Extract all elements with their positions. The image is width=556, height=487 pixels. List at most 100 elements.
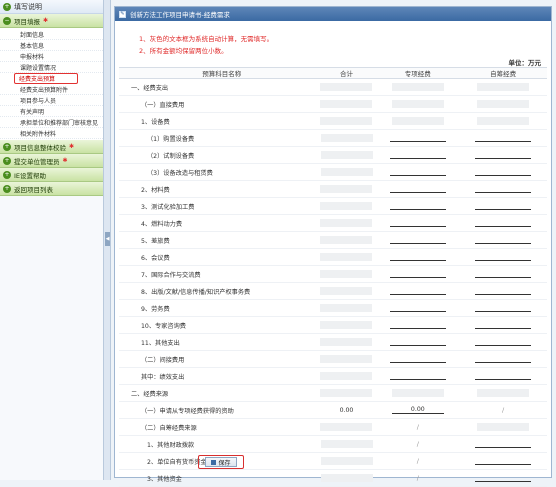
amount-input[interactable] <box>389 372 446 380</box>
collapse-arrow-icon[interactable]: ◀ <box>105 232 110 246</box>
document-icon: ✎ <box>119 10 126 18</box>
cell <box>376 338 459 346</box>
sidebar-item-label: 填写说明 <box>14 2 42 11</box>
cell <box>317 372 377 380</box>
amount-input[interactable] <box>389 151 446 159</box>
cell <box>376 168 459 176</box>
required-star-icon: ✱ <box>43 17 49 24</box>
amount-input[interactable] <box>475 202 532 210</box>
cell <box>376 185 459 193</box>
cell <box>459 100 547 108</box>
amount-input[interactable] <box>475 321 532 329</box>
panel-title: 创新方法工作项目申请书-经费需求 <box>130 11 230 19</box>
sidebar-item[interactable]: 承担单位和推荐部门审核意见 <box>0 117 103 128</box>
amount-input[interactable] <box>475 270 532 278</box>
table-row: 3、测试化验加工费 <box>119 198 547 215</box>
row-label: 3、测试化验加工费 <box>141 203 195 211</box>
amount-input[interactable] <box>475 372 532 380</box>
row-label: （2）试制设备费 <box>147 152 195 160</box>
sidebar-item[interactable]: 项目参与人员 <box>0 95 103 106</box>
cell <box>459 389 547 397</box>
cell <box>459 202 547 210</box>
sidebar-group-project-fill[interactable]: − 项目填报 ✱ <box>0 14 103 28</box>
row-label: 2、材料费 <box>141 186 170 194</box>
amount-input[interactable] <box>475 440 532 448</box>
amount-input[interactable] <box>475 287 532 295</box>
readonly-field <box>320 168 373 176</box>
sidebar-group-back[interactable]: + 返回项目列表 <box>0 182 103 196</box>
amount-value[interactable]: 0.00 <box>391 406 444 414</box>
readonly-field <box>320 83 373 91</box>
sidebar-item[interactable]: 申报材料 <box>0 51 103 62</box>
amount-input[interactable] <box>389 219 446 227</box>
sidebar-group-label: 项目填报 <box>14 17 40 26</box>
amount-input[interactable] <box>475 151 532 159</box>
amount-input[interactable] <box>475 457 532 465</box>
amount-input[interactable] <box>389 304 446 312</box>
amount-input[interactable] <box>475 219 532 227</box>
amount-input[interactable] <box>475 236 532 244</box>
sidebar-group-validation[interactable]: + 项目信息整体校验 ✱ <box>0 140 103 154</box>
cell <box>376 253 459 261</box>
amount-input[interactable] <box>389 185 446 193</box>
table-row: 其中：绩效支出 <box>119 368 547 385</box>
row-label: （二）间接费用 <box>141 356 185 364</box>
amount-input[interactable] <box>475 253 532 261</box>
amount-input[interactable] <box>475 168 532 176</box>
cell <box>376 151 459 159</box>
amount-input[interactable] <box>475 134 532 142</box>
sidebar-group-label: IE设置帮助 <box>14 171 47 180</box>
amount-input[interactable] <box>475 355 532 363</box>
sidebar-item[interactable]: 相关附件材料 <box>0 128 103 139</box>
sidebar-group-label: 提交单位管理员 <box>14 157 60 166</box>
sidebar-group-ie-help[interactable]: + IE设置帮助 <box>0 168 103 182</box>
table-row: 1、其他财政拨款 / <box>119 436 547 453</box>
amount-input[interactable] <box>475 304 532 312</box>
row-label: 10、专家咨询费 <box>141 322 186 330</box>
amount-input[interactable] <box>475 338 532 346</box>
table-row: （3）设备改造与租赁费 <box>119 164 547 181</box>
sidebar-item[interactable]: 基本信息 <box>0 40 103 51</box>
required-star-icon: ✱ <box>62 157 68 164</box>
cell <box>459 253 547 261</box>
amount-input[interactable] <box>389 287 446 295</box>
sidebar-item[interactable]: 课题设置情况 <box>0 62 103 73</box>
readonly-field <box>320 423 373 431</box>
amount-input[interactable] <box>475 185 532 193</box>
na-marker: / <box>416 423 419 431</box>
unit-row: 单位：万元 <box>115 57 551 67</box>
amount-input[interactable] <box>389 338 446 346</box>
cell <box>376 83 459 91</box>
row-label: 3、其他资金 <box>147 475 182 483</box>
amount-input[interactable] <box>389 236 446 244</box>
amount-input[interactable] <box>389 202 446 210</box>
amount-input[interactable] <box>389 253 446 261</box>
cell <box>317 389 377 397</box>
amount-input[interactable] <box>389 321 446 329</box>
amount-input[interactable] <box>389 134 446 142</box>
cell: / <box>376 423 459 431</box>
amount-input[interactable] <box>389 168 446 176</box>
cell <box>317 236 377 244</box>
sidebar-item[interactable]: 有关声明 <box>0 106 103 117</box>
sidebar-item[interactable]: 经费支出预算 <box>14 73 78 84</box>
header-self: 自筹经费 <box>490 70 517 78</box>
na-marker: / <box>502 406 505 414</box>
readonly-field <box>320 202 373 210</box>
sidebar-group-label: 返回项目列表 <box>14 185 53 194</box>
readonly-field <box>320 100 373 108</box>
amount-input[interactable] <box>389 270 446 278</box>
sidebar-item-instructions[interactable]: + 填写说明 <box>0 0 103 14</box>
cell <box>459 423 547 431</box>
cell: 0.00 <box>376 406 459 414</box>
cell <box>459 117 547 125</box>
plus-icon: + <box>3 156 11 165</box>
amount-input[interactable] <box>389 355 446 363</box>
amount-input[interactable] <box>475 474 532 482</box>
readonly-field <box>391 83 444 91</box>
save-button[interactable]: 保存 <box>205 457 237 467</box>
sidebar-item[interactable]: 封面信息 <box>0 29 103 40</box>
sidebar-item[interactable]: 经费支出预算附件 <box>0 84 103 95</box>
readonly-field <box>320 304 373 312</box>
sidebar-group-submit[interactable]: + 提交单位管理员 ✱ <box>0 154 103 168</box>
